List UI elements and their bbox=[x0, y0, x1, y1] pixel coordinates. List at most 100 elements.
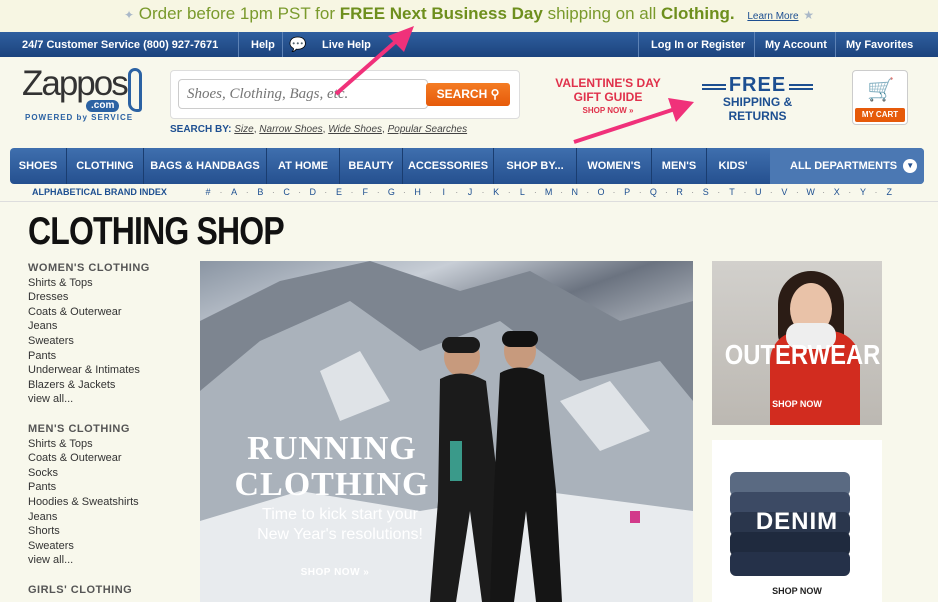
sidebar-item[interactable]: Dresses bbox=[28, 290, 193, 305]
brand-letter-d[interactable]: D bbox=[306, 187, 320, 197]
sidebar-item[interactable]: Hoodies & Sweatshirts bbox=[28, 495, 193, 510]
free-shipping-badge[interactable]: FREE SHIPPING & RETURNS bbox=[700, 74, 815, 123]
sidebar-heading-mens[interactable]: MEN'S CLOTHING bbox=[28, 422, 193, 437]
brand-letter-k[interactable]: K bbox=[489, 187, 503, 197]
search-input[interactable] bbox=[178, 79, 428, 109]
letter-separator: · bbox=[219, 187, 223, 197]
nav-accessories[interactable]: ACCESSORIES bbox=[403, 148, 493, 184]
brand-letter-q[interactable]: Q bbox=[646, 187, 660, 197]
brand-letter-z[interactable]: Z bbox=[882, 187, 896, 197]
logo-tagline: POWERED by SERVICE bbox=[25, 113, 134, 122]
my-cart-button[interactable]: 🛒 MY CART bbox=[852, 70, 908, 125]
brand-letter-x[interactable]: X bbox=[830, 187, 844, 197]
search-by-size[interactable]: Size bbox=[234, 124, 253, 135]
customer-service-phone[interactable]: 24/7 Customer Service (800) 927-7671 bbox=[22, 39, 218, 51]
all-departments-dropdown[interactable]: ALL DEPARTMENTS ▼ bbox=[770, 148, 924, 184]
search-by-popular[interactable]: Popular Searches bbox=[388, 124, 468, 135]
nav-mens[interactable]: MEN'S bbox=[652, 148, 706, 184]
nav-at-home[interactable]: AT HOME bbox=[267, 148, 339, 184]
search-button[interactable]: SEARCH ⚲ bbox=[426, 83, 510, 106]
nav-shoes[interactable]: SHOES bbox=[10, 148, 66, 184]
live-help-link[interactable]: Live Help bbox=[322, 39, 371, 51]
hero-banner-running[interactable]: RUNNING CLOTHING Time to kick start your N… bbox=[200, 261, 693, 602]
brand-letter-e[interactable]: E bbox=[332, 187, 346, 197]
search-by: SEARCH BY: Size, Narrow Shoes, Wide Shoe… bbox=[170, 124, 468, 135]
brand-letter-w[interactable]: W bbox=[804, 187, 818, 197]
zappos-logo[interactable]: Zappos .com POWERED by SERVICE bbox=[22, 66, 147, 126]
brand-letter-b[interactable]: B bbox=[253, 187, 267, 197]
help-link[interactable]: Help bbox=[251, 39, 275, 51]
nav-bags-handbags[interactable]: BAGS & HANDBAGS bbox=[144, 148, 266, 184]
sidebar-item[interactable]: Underwear & Intimates bbox=[28, 363, 193, 378]
sparkle-icon: ✦ bbox=[123, 8, 135, 22]
my-cart-label: MY CART bbox=[855, 108, 905, 122]
sidebar-item[interactable]: view all... bbox=[28, 553, 193, 568]
brand-letter-j[interactable]: J bbox=[463, 187, 477, 197]
brand-letter-m[interactable]: M bbox=[542, 187, 556, 197]
sidebar-item[interactable]: Blazers & Jackets bbox=[28, 378, 193, 393]
brand-letter-s[interactable]: S bbox=[699, 187, 713, 197]
sidebar-item[interactable]: Coats & Outerwear bbox=[28, 305, 193, 320]
brand-letter-i[interactable]: I bbox=[437, 187, 451, 197]
my-account-link[interactable]: My Account bbox=[765, 39, 827, 51]
brand-letter-f[interactable]: F bbox=[358, 187, 372, 197]
brand-letter-c[interactable]: C bbox=[280, 187, 294, 197]
outerwear-title: OUTERWEAR bbox=[724, 339, 881, 370]
brand-letter-r[interactable]: R bbox=[673, 187, 687, 197]
sidebar-item[interactable]: Shorts bbox=[28, 524, 193, 539]
outerwear-tile[interactable]: OUTERWEAR SHOP NOW bbox=[712, 261, 882, 425]
letter-separator: · bbox=[717, 187, 721, 197]
sidebar-item[interactable]: Jeans bbox=[28, 319, 193, 334]
hero-subtitle-2: New Year's resolutions! bbox=[257, 526, 423, 543]
nav-clothing[interactable]: CLOTHING bbox=[67, 148, 143, 184]
sidebar-item[interactable]: Sweaters bbox=[28, 334, 193, 349]
sidebar-heading-girls[interactable]: GIRLS' CLOTHING bbox=[28, 583, 193, 598]
sidebar-item[interactable]: Sweaters bbox=[28, 539, 193, 554]
learn-more-link[interactable]: Learn More bbox=[747, 11, 798, 22]
hero-shop-now[interactable]: SHOP NOW » bbox=[280, 567, 390, 578]
sidebar-item[interactable]: Shirts & Tops bbox=[28, 437, 193, 452]
nav-kids[interactable]: KIDS' bbox=[707, 148, 759, 184]
sidebar-item[interactable]: Coats & Outerwear bbox=[28, 451, 193, 466]
sidebar: WOMEN'S CLOTHING Shirts & Tops Dresses Coa… bbox=[28, 261, 193, 597]
brand-letter-v[interactable]: V bbox=[777, 187, 791, 197]
brand-letter-g[interactable]: G bbox=[384, 187, 398, 197]
denim-shop-now[interactable]: SHOP NOW bbox=[712, 586, 882, 596]
brand-letter-y[interactable]: Y bbox=[856, 187, 870, 197]
brand-letter-a[interactable]: A bbox=[227, 187, 241, 197]
letter-separator: · bbox=[324, 187, 328, 197]
brand-letter-h[interactable]: H bbox=[411, 187, 425, 197]
chevron-down-icon: ▼ bbox=[903, 159, 918, 174]
letter-separator: · bbox=[664, 187, 668, 197]
sidebar-item[interactable]: Socks bbox=[28, 466, 193, 481]
sidebar-item[interactable]: Shirts & Tops bbox=[28, 276, 193, 291]
login-register-link[interactable]: Log In or Register bbox=[651, 39, 745, 51]
sidebar-item[interactable]: view all... bbox=[28, 392, 193, 407]
letter-separator: · bbox=[769, 187, 773, 197]
brand-letter-p[interactable]: P bbox=[620, 187, 634, 197]
brand-letter-n[interactable]: N bbox=[568, 187, 582, 197]
brand-letter-u[interactable]: U bbox=[751, 187, 765, 197]
denim-title: DENIM bbox=[755, 508, 839, 535]
valentine-gift-guide[interactable]: VALENTINE'S DAY GIFT GUIDE SHOP NOW » bbox=[548, 76, 668, 118]
search-by-narrow[interactable]: Narrow Shoes bbox=[259, 124, 322, 135]
sidebar-item[interactable]: Jeans bbox=[28, 510, 193, 525]
nav-beauty[interactable]: BEAUTY bbox=[340, 148, 402, 184]
denim-tile[interactable]: DENIM SHOP NOW bbox=[712, 440, 882, 602]
sidebar-heading-womens[interactable]: WOMEN'S CLOTHING bbox=[28, 261, 193, 276]
my-favorites-link[interactable]: My Favorites bbox=[846, 39, 913, 51]
brand-letter-o[interactable]: O bbox=[594, 187, 608, 197]
brand-letter-l[interactable]: L bbox=[515, 187, 529, 197]
nav-womens[interactable]: WOMEN'S bbox=[577, 148, 651, 184]
brand-index-title: ALPHABETICAL BRAND INDEX bbox=[32, 187, 167, 197]
brand-letter-t[interactable]: T bbox=[725, 187, 739, 197]
brand-letter-hash[interactable]: # bbox=[201, 187, 215, 197]
search-by-wide[interactable]: Wide Shoes bbox=[328, 124, 382, 135]
sidebar-item[interactable]: Pants bbox=[28, 349, 193, 364]
shoe-icon bbox=[128, 68, 142, 112]
letter-separator: · bbox=[298, 187, 302, 197]
nav-shop-by[interactable]: SHOP BY... bbox=[494, 148, 576, 184]
search-icon: ⚲ bbox=[490, 87, 500, 101]
sidebar-item[interactable]: Pants bbox=[28, 480, 193, 495]
outerwear-shop-now[interactable]: SHOP NOW bbox=[712, 399, 882, 409]
